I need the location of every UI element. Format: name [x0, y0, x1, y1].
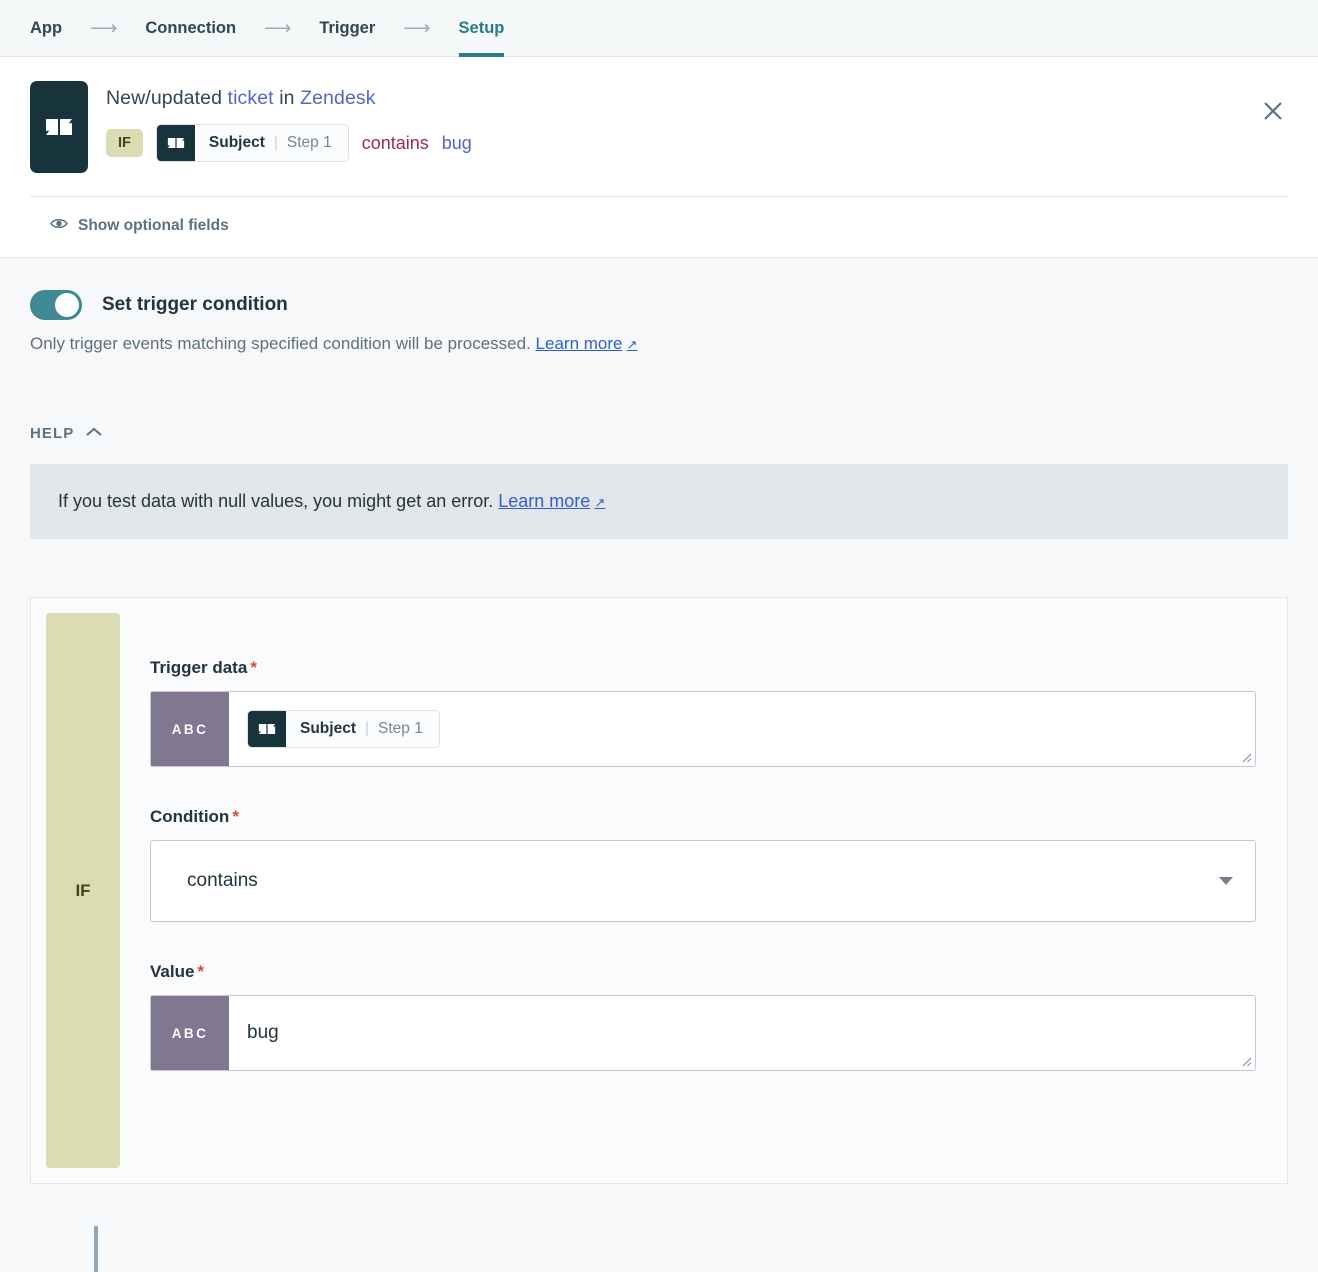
eye-icon: [50, 217, 68, 235]
breadcrumb-item-trigger[interactable]: Trigger: [319, 0, 375, 57]
help-label: HELP: [30, 425, 74, 442]
toggle-knob: [55, 293, 79, 317]
show-optional-fields-label: Show optional fields: [78, 217, 229, 235]
close-icon[interactable]: [1258, 96, 1288, 126]
breadcrumb-item-setup[interactable]: Setup: [459, 0, 505, 57]
set-trigger-condition-toggle[interactable]: [30, 290, 82, 320]
header-condition-operator: contains: [362, 133, 429, 154]
description-text: Only trigger events matching specified c…: [30, 334, 531, 353]
set-trigger-condition-label: Set trigger condition: [102, 294, 288, 316]
title-prefix: New/updated: [106, 87, 228, 109]
breadcrumb-arrow-icon: ⟶: [264, 19, 291, 38]
token-step-label: Step 1: [378, 720, 423, 738]
abc-type-badge: ABC: [151, 996, 229, 1070]
trigger-data-label-text: Trigger data: [150, 658, 247, 677]
external-link-icon[interactable]: ↗: [594, 495, 605, 510]
token-step-label: Step 1: [287, 134, 332, 152]
required-asterisk: *: [232, 807, 239, 826]
required-asterisk: *: [197, 962, 204, 981]
setup-body: Set trigger condition Only trigger event…: [0, 258, 1318, 1184]
zendesk-icon: [157, 125, 195, 161]
header-condition-value: bug: [442, 133, 472, 154]
help-message-text: If you test data with null values, you m…: [58, 491, 493, 511]
title-app-link[interactable]: Zendesk: [300, 87, 376, 109]
if-condition-card: IF Trigger data* ABC: [30, 597, 1288, 1184]
set-trigger-condition-description: Only trigger events matching specified c…: [30, 334, 1288, 354]
if-badge: IF: [106, 129, 143, 158]
value-input-text[interactable]: bug: [229, 996, 1255, 1070]
module-header-card: New/updated ticket in Zendesk IF Sub: [0, 57, 1318, 258]
condition-select[interactable]: contains: [150, 840, 1256, 922]
value-label-text: Value: [150, 962, 194, 981]
breadcrumb-arrow-icon: ⟶: [90, 19, 117, 38]
required-asterisk: *: [250, 658, 257, 677]
show-optional-fields-button[interactable]: Show optional fields: [30, 197, 1288, 257]
zendesk-icon: [248, 711, 286, 747]
help-message-box: If you test data with null values, you m…: [30, 464, 1288, 539]
condition-label-text: Condition: [150, 807, 229, 826]
trigger-data-input[interactable]: ABC Subject |: [150, 691, 1256, 767]
breadcrumb-arrow-icon: ⟶: [403, 19, 430, 38]
token-separator: |: [274, 134, 278, 152]
set-trigger-condition-row: Set trigger condition: [30, 258, 1288, 320]
header-data-token[interactable]: Subject | Step 1: [156, 124, 349, 162]
flow-connector-line: [94, 1226, 98, 1272]
token-field-name: Subject: [209, 134, 265, 152]
page-title: New/updated ticket in Zendesk: [106, 87, 472, 110]
title-object-link[interactable]: ticket: [228, 87, 274, 109]
header-condition-summary: IF Subject | Step 1: [106, 124, 472, 162]
help-section-header[interactable]: HELP: [30, 424, 1288, 442]
token-field-name: Subject: [300, 720, 356, 738]
abc-type-badge: ABC: [151, 692, 229, 766]
breadcrumb: App ⟶ Connection ⟶ Trigger ⟶ Setup: [0, 0, 1318, 57]
trigger-data-token[interactable]: Subject | Step 1: [247, 710, 440, 748]
value-input[interactable]: ABC bug: [150, 995, 1256, 1071]
breadcrumb-item-app[interactable]: App: [30, 0, 62, 57]
help-learn-more-link[interactable]: Learn more: [498, 491, 590, 511]
value-label: Value*: [150, 962, 1256, 982]
breadcrumb-item-connection[interactable]: Connection: [145, 0, 236, 57]
condition-selected-value: contains: [187, 870, 258, 892]
learn-more-link[interactable]: Learn more: [536, 334, 623, 353]
trigger-data-label: Trigger data*: [150, 658, 1256, 678]
external-link-icon[interactable]: ↗: [626, 337, 637, 352]
caret-down-icon[interactable]: [1219, 877, 1233, 885]
token-separator: |: [365, 720, 369, 738]
title-middle: in: [274, 87, 300, 109]
condition-label: Condition*: [150, 807, 1256, 827]
zendesk-icon: [30, 81, 88, 173]
chevron-up-icon: [86, 424, 102, 442]
if-rail-label: IF: [46, 613, 120, 1168]
